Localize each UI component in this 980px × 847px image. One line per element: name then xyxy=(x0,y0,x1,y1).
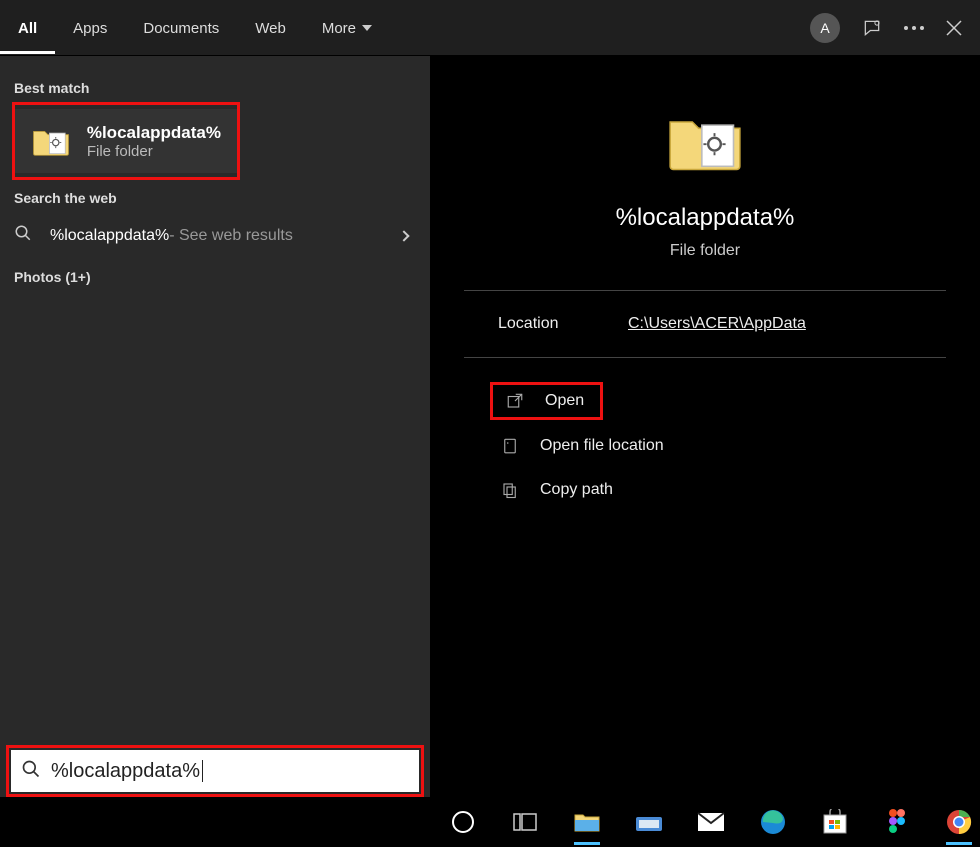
action-open-file-location[interactable]: Open file location xyxy=(498,424,946,468)
figma-icon xyxy=(887,808,907,836)
section-best-match: Best match xyxy=(0,70,430,102)
highlight-open-action: Open xyxy=(490,382,603,420)
taskbar-task-view[interactable] xyxy=(508,805,542,839)
search-input[interactable]: %localappdata% xyxy=(11,750,419,792)
section-photos: Photos (1+) xyxy=(0,259,430,291)
best-match-text: %localappdata% File folder xyxy=(87,123,221,160)
taskbar-keyboard[interactable] xyxy=(632,805,666,839)
top-right-controls: A xyxy=(810,13,980,43)
results-panel: Best match %localappdata% File folder Se xyxy=(0,56,430,797)
taskbar-chrome[interactable] xyxy=(942,805,976,839)
folder-icon-large xyxy=(667,106,743,182)
chevron-right-icon xyxy=(398,230,409,241)
location-value[interactable]: C:\Users\ACER\AppData xyxy=(628,315,806,333)
detail-title: %localappdata% xyxy=(616,204,795,232)
search-value: %localappdata% xyxy=(51,760,203,783)
best-match-item[interactable]: %localappdata% File folder xyxy=(15,109,237,173)
taskbar-mail[interactable] xyxy=(694,805,728,839)
tab-web[interactable]: Web xyxy=(237,2,304,54)
taskbar-cortana[interactable] xyxy=(446,805,480,839)
search-icon xyxy=(14,224,36,247)
more-options-icon[interactable] xyxy=(904,26,924,30)
action-open-label: Open xyxy=(545,392,584,410)
text-caret xyxy=(202,760,203,782)
folder-icon xyxy=(31,121,71,161)
best-match-subtitle: File folder xyxy=(87,143,221,160)
mail-icon xyxy=(697,812,725,832)
keyboard-icon xyxy=(635,811,663,833)
store-icon xyxy=(822,809,848,835)
user-avatar[interactable]: A xyxy=(810,13,840,43)
action-list: Open Open file location Copy path xyxy=(430,358,980,530)
highlight-search-box: %localappdata% xyxy=(6,745,424,797)
tab-documents[interactable]: Documents xyxy=(125,2,237,54)
tab-all[interactable]: All xyxy=(0,2,55,54)
taskbar-file-explorer[interactable] xyxy=(570,805,604,839)
top-bar: All Apps Documents Web More A xyxy=(0,0,980,56)
highlight-best-match: %localappdata% File folder xyxy=(12,102,240,180)
section-search-web: Search the web xyxy=(0,180,430,212)
location-row: Location C:\Users\ACER\AppData xyxy=(464,291,946,358)
feedback-icon[interactable] xyxy=(862,18,882,38)
taskbar-store[interactable] xyxy=(818,805,852,839)
chrome-icon xyxy=(946,809,972,835)
best-match-title: %localappdata% xyxy=(87,123,221,143)
detail-panel: %localappdata% File folder Location C:\U… xyxy=(430,56,980,797)
location-label: Location xyxy=(498,315,628,333)
taskbar xyxy=(432,797,980,847)
tab-more-label: More xyxy=(322,20,356,37)
detail-header: %localappdata% File folder xyxy=(464,56,946,291)
edge-icon xyxy=(760,809,786,835)
close-button[interactable] xyxy=(946,20,962,36)
search-icon xyxy=(21,759,41,784)
action-open[interactable]: Open xyxy=(503,391,584,411)
copy-icon xyxy=(498,480,522,500)
action-copy-path-label: Copy path xyxy=(540,481,613,499)
open-icon xyxy=(503,391,527,411)
cortana-icon xyxy=(452,811,474,833)
web-result-main: %localappdata% xyxy=(50,227,169,245)
filter-tabs: All Apps Documents Web More xyxy=(0,2,390,54)
taskbar-edge[interactable] xyxy=(756,805,790,839)
folder-outline-icon xyxy=(498,436,522,456)
taskbar-figma[interactable] xyxy=(880,805,914,839)
web-result-item[interactable]: %localappdata% - See web results xyxy=(0,212,430,259)
file-explorer-icon xyxy=(573,810,601,834)
taskview-icon xyxy=(513,812,537,832)
tab-apps[interactable]: Apps xyxy=(55,2,125,54)
action-copy-path[interactable]: Copy path xyxy=(498,468,946,512)
chevron-down-icon xyxy=(362,25,372,31)
web-result-suffix: - See web results xyxy=(169,227,293,245)
tab-more[interactable]: More xyxy=(304,2,390,54)
action-open-file-location-label: Open file location xyxy=(540,437,664,455)
detail-subtitle: File folder xyxy=(670,242,740,260)
